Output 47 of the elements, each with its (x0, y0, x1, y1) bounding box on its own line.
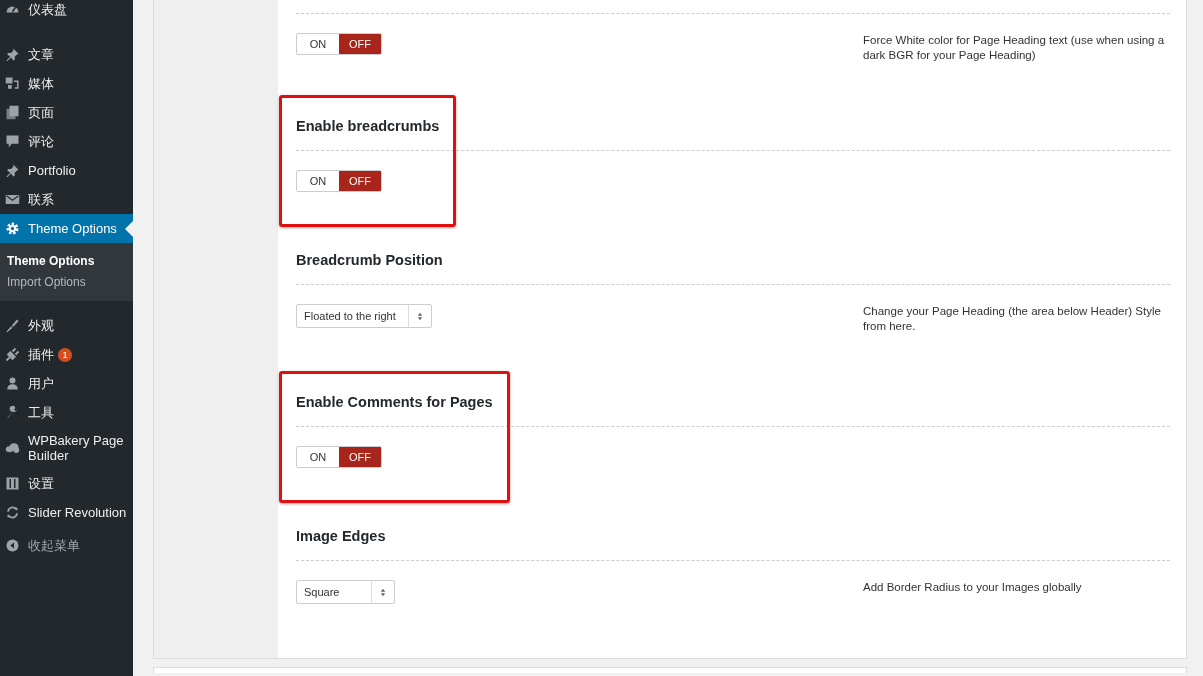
menu-item[interactable]: Portfolio (0, 156, 133, 185)
option-description: Add Border Radius to your Images globally (863, 580, 1083, 595)
refresh-icon (5, 505, 20, 520)
menu-item[interactable]: 评论 (0, 127, 133, 156)
select-dropdown[interactable]: Floated to the right (296, 304, 432, 328)
submenu-item[interactable]: Import Options (0, 272, 133, 293)
menu-item[interactable]: 插件 1 (0, 340, 133, 369)
option-title: Image Edges (296, 527, 386, 546)
option-title: Enable Comments for Pages (296, 393, 493, 412)
pin-icon (5, 163, 20, 178)
menu-item[interactable]: 页面 (0, 98, 133, 127)
option-title: Enable breadcrumbs (296, 117, 440, 136)
comment-icon (5, 134, 20, 149)
media-icon (5, 76, 20, 91)
user-icon (5, 376, 20, 391)
menu-item[interactable]: Slider Revolution (0, 498, 133, 527)
on-off-toggle[interactable]: ON OFF (296, 33, 382, 55)
mail-icon (5, 192, 20, 207)
plug-icon (5, 347, 20, 362)
menu-item[interactable]: WPBakery Page Builder (0, 427, 133, 469)
settings-icon (5, 221, 20, 236)
menu-item[interactable]: 联系 (0, 185, 133, 214)
update-count-badge: 1 (58, 347, 72, 362)
menu-item[interactable]: Theme Options (0, 214, 133, 243)
select-dropdown[interactable]: Square (296, 580, 395, 604)
menu-item[interactable]: 用户 (0, 369, 133, 398)
option-description: Force White color for Page Heading text (use when using a dark BGR for your Page Heading) (863, 33, 1166, 63)
menu-item[interactable]: 工具 (0, 398, 133, 427)
menu-item[interactable]: 外观 (0, 311, 133, 340)
option-title: Breadcrumb Position (296, 251, 443, 270)
pin-icon (5, 47, 20, 62)
cloud-icon (5, 440, 20, 456)
menu-item[interactable]: 仪表盘 (0, 0, 133, 24)
menu-item[interactable]: 收起菜单 (0, 531, 133, 560)
submenu-item[interactable]: Theme Options (0, 251, 133, 272)
menu-item[interactable]: 文章 (0, 40, 133, 69)
brush-icon (5, 318, 20, 333)
menu-item[interactable]: 媒体 (0, 69, 133, 98)
sliders-icon (5, 476, 20, 491)
up-down-arrows-icon (416, 311, 423, 321)
on-off-toggle[interactable]: ON OFF (296, 446, 382, 468)
option-description: Change your Page Heading (the area below Header) Style from here. (863, 304, 1162, 334)
pages-icon (5, 105, 20, 120)
menu-item[interactable]: 设置 (0, 469, 133, 498)
collapse-icon (5, 538, 20, 553)
up-down-arrows-icon (380, 587, 386, 597)
on-off-toggle[interactable]: ON OFF (296, 170, 382, 192)
